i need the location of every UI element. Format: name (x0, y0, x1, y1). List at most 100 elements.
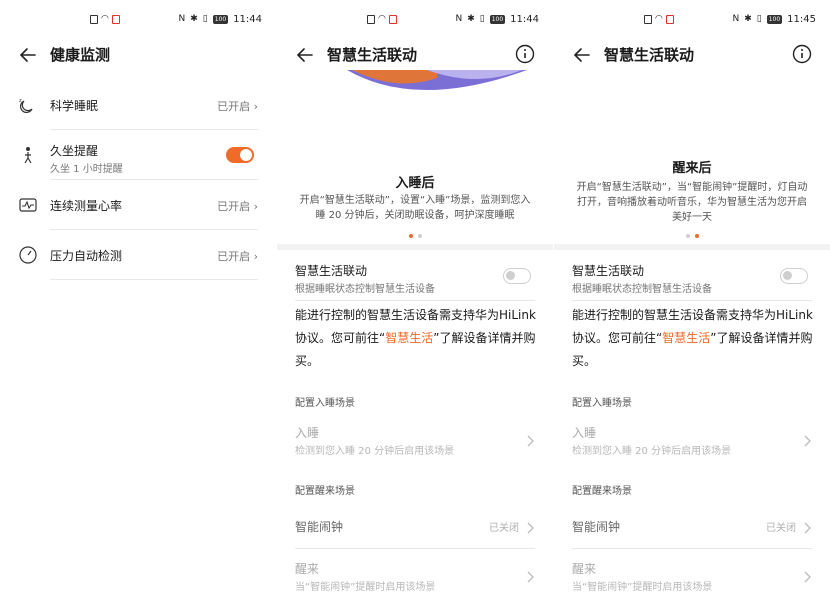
carousel-dots (554, 234, 830, 240)
sim-icon (90, 14, 98, 24)
wifi-icon: ◠ (378, 13, 386, 24)
status-bar-right: N ✱ ▯ 100 11:45 (732, 12, 816, 26)
status-time: 11:44 (510, 13, 539, 25)
group-header-wake: 配置醒来场景 (295, 486, 355, 497)
info-icon[interactable] (792, 44, 812, 64)
divider (50, 279, 258, 280)
chevron-right-icon[interactable] (525, 432, 535, 447)
chevron-right-icon[interactable] (802, 432, 812, 447)
carousel-dot[interactable] (417, 234, 422, 238)
page-title: 智慧生活联动 (604, 46, 695, 64)
status-bar-right: N ✱ ▯ 100 11:44 (178, 12, 262, 26)
wake-scene-sub: 当“智能闹钟”提醒时启用该场景 (295, 582, 436, 593)
notification-icon (111, 14, 120, 24)
back-arrow-icon[interactable] (572, 45, 592, 65)
switch-subtitle: 根据睡眠状态控制智慧生活设备 (572, 284, 712, 295)
page-title: 健康监测 (50, 46, 111, 64)
list-item-sedentary: 久坐提醒 久坐 1 小时提醒 (18, 130, 258, 180)
carousel-dot[interactable] (685, 234, 690, 238)
list-item-heart-rate[interactable]: 连续测量心率 已开启 › (18, 180, 258, 230)
carousel-description: 开启“智慧生活联动”，当“智能闹钟”提醒时，灯自动打开，音响播放着动听音乐，华为… (576, 182, 808, 223)
heart-rate-icon (18, 195, 38, 215)
divider (295, 548, 535, 549)
page-header: 健康监测 (0, 38, 276, 72)
status-time: 11:45 (787, 13, 816, 25)
hilink-info-text: 能进行控制的智慧生活设备需支持华为HiLink 协议。您可前往“智慧生活”了解设… (295, 308, 536, 368)
page-title: 智慧生活联动 (327, 46, 418, 64)
page-header: 智慧生活联动 (277, 38, 553, 72)
list-item-label: 压力自动检测 (50, 249, 123, 263)
list-item-value: 已开启 › (217, 250, 258, 263)
carousel-dot[interactable] (694, 234, 699, 238)
chevron-right-icon[interactable] (802, 519, 812, 534)
carousel-title: 入睡后 (395, 176, 435, 191)
stress-gauge-icon (18, 245, 38, 265)
smart-alarm-title[interactable]: 智能闹钟 (572, 518, 620, 535)
status-bar-left: ◠ (644, 12, 674, 26)
smart-life-link[interactable]: 智慧生活 (662, 331, 710, 345)
smart-life-toggle[interactable] (503, 268, 531, 284)
status-bar-left: ◠ (90, 12, 120, 26)
sleep-scene-title[interactable]: 入睡 (295, 424, 319, 441)
notification-icon (388, 14, 397, 24)
nfc-icon: N (455, 14, 463, 24)
sim-icon (644, 14, 652, 24)
chevron-right-icon[interactable] (525, 519, 535, 534)
nfc-icon: N (178, 14, 186, 24)
vibrate-icon: ▯ (202, 14, 208, 24)
smart-alarm-value: 已关闭 (489, 523, 519, 534)
vibrate-icon: ▯ (756, 14, 762, 24)
sleep-scene-sub: 检测到您入睡 20 分钟后启用该场景 (295, 446, 455, 457)
status-bar-right: N ✱ ▯ 100 11:44 (455, 12, 539, 26)
group-header-sleep: 配置入睡场景 (295, 398, 355, 409)
wifi-icon: ◠ (655, 13, 663, 24)
chevron-right-icon[interactable] (802, 568, 812, 583)
page-header: 智慧生活联动 (554, 38, 830, 72)
sleep-scene-sub: 检测到您入睡 20 分钟后启用该场景 (572, 446, 732, 457)
back-arrow-icon[interactable] (18, 45, 38, 65)
list-item-stress[interactable]: 压力自动检测 已开启 › (18, 230, 258, 280)
battery-icon: 100 (489, 14, 506, 24)
sedentary-toggle[interactable] (226, 147, 254, 163)
vibrate-icon: ▯ (479, 14, 485, 24)
hilink-info-text: 能进行控制的智慧生活设备需支持华为HiLink 协议。您可前往“智慧生活”了解设… (572, 308, 813, 368)
list-item-label: 久坐提醒 (50, 144, 99, 158)
info-icon[interactable] (515, 44, 535, 64)
wake-scene-title[interactable]: 醒来 (295, 560, 319, 577)
carousel-title: 醒来后 (672, 161, 712, 176)
divider (295, 300, 535, 301)
bluetooth-icon: ✱ (744, 14, 752, 24)
sim-icon (367, 14, 375, 24)
wifi-icon: ◠ (101, 13, 109, 24)
bluetooth-icon: ✱ (190, 14, 198, 24)
sleep-icon: z (18, 95, 38, 115)
battery-icon: 100 (766, 14, 783, 24)
switch-title: 智慧生活联动 (572, 264, 645, 278)
bluetooth-icon: ✱ (467, 14, 475, 24)
section-separator (554, 244, 830, 250)
carousel-description: 开启“智慧生活联动”，设置“入睡”场景，监测到您入睡 20 分钟后，关闭助眠设备… (299, 195, 531, 221)
list-item-sleep[interactable]: z 科学睡眠 已开启 › (18, 80, 258, 130)
divider (572, 300, 812, 301)
list-item-value: 已开启 › (217, 200, 258, 213)
list-item-sub: 久坐 1 小时提醒 (50, 164, 123, 175)
wake-scene-sub: 当“智能闹钟”提醒时启用该场景 (572, 582, 713, 593)
smart-life-wake-screen: ◠ N ✱ ▯ 100 11:45 智慧生活联动 醒来后 开启“智慧生活联动”，… (554, 0, 830, 600)
smart-alarm-title[interactable]: 智能闹钟 (295, 518, 343, 535)
status-time: 11:44 (233, 13, 262, 25)
smart-life-sleep-screen: ◠ N ✱ ▯ 100 11:44 智慧生活联动 入睡后 开启“智慧生活联动”，… (277, 0, 553, 600)
carousel-dot[interactable] (408, 234, 413, 238)
svg-text:z: z (19, 98, 22, 104)
wake-scene-title[interactable]: 醒来 (572, 560, 596, 577)
screenshot-collage: ◠ N ✱ ▯ 100 11:44 健康监测 z 科学睡眠 已开启 › 久坐提醒… (0, 0, 830, 600)
list-item-label: 连续测量心率 (50, 199, 123, 213)
smart-life-link[interactable]: 智慧生活 (385, 331, 433, 345)
status-bar-left: ◠ (367, 12, 397, 26)
back-arrow-icon[interactable] (295, 45, 315, 65)
battery-icon: 100 (212, 14, 229, 24)
health-monitor-screen: ◠ N ✱ ▯ 100 11:44 健康监测 z 科学睡眠 已开启 › 久坐提醒… (0, 0, 276, 600)
sleep-scene-title[interactable]: 入睡 (572, 424, 596, 441)
list-item-label: 科学睡眠 (50, 99, 99, 113)
smart-life-toggle[interactable] (780, 268, 808, 284)
chevron-right-icon[interactable] (525, 568, 535, 583)
